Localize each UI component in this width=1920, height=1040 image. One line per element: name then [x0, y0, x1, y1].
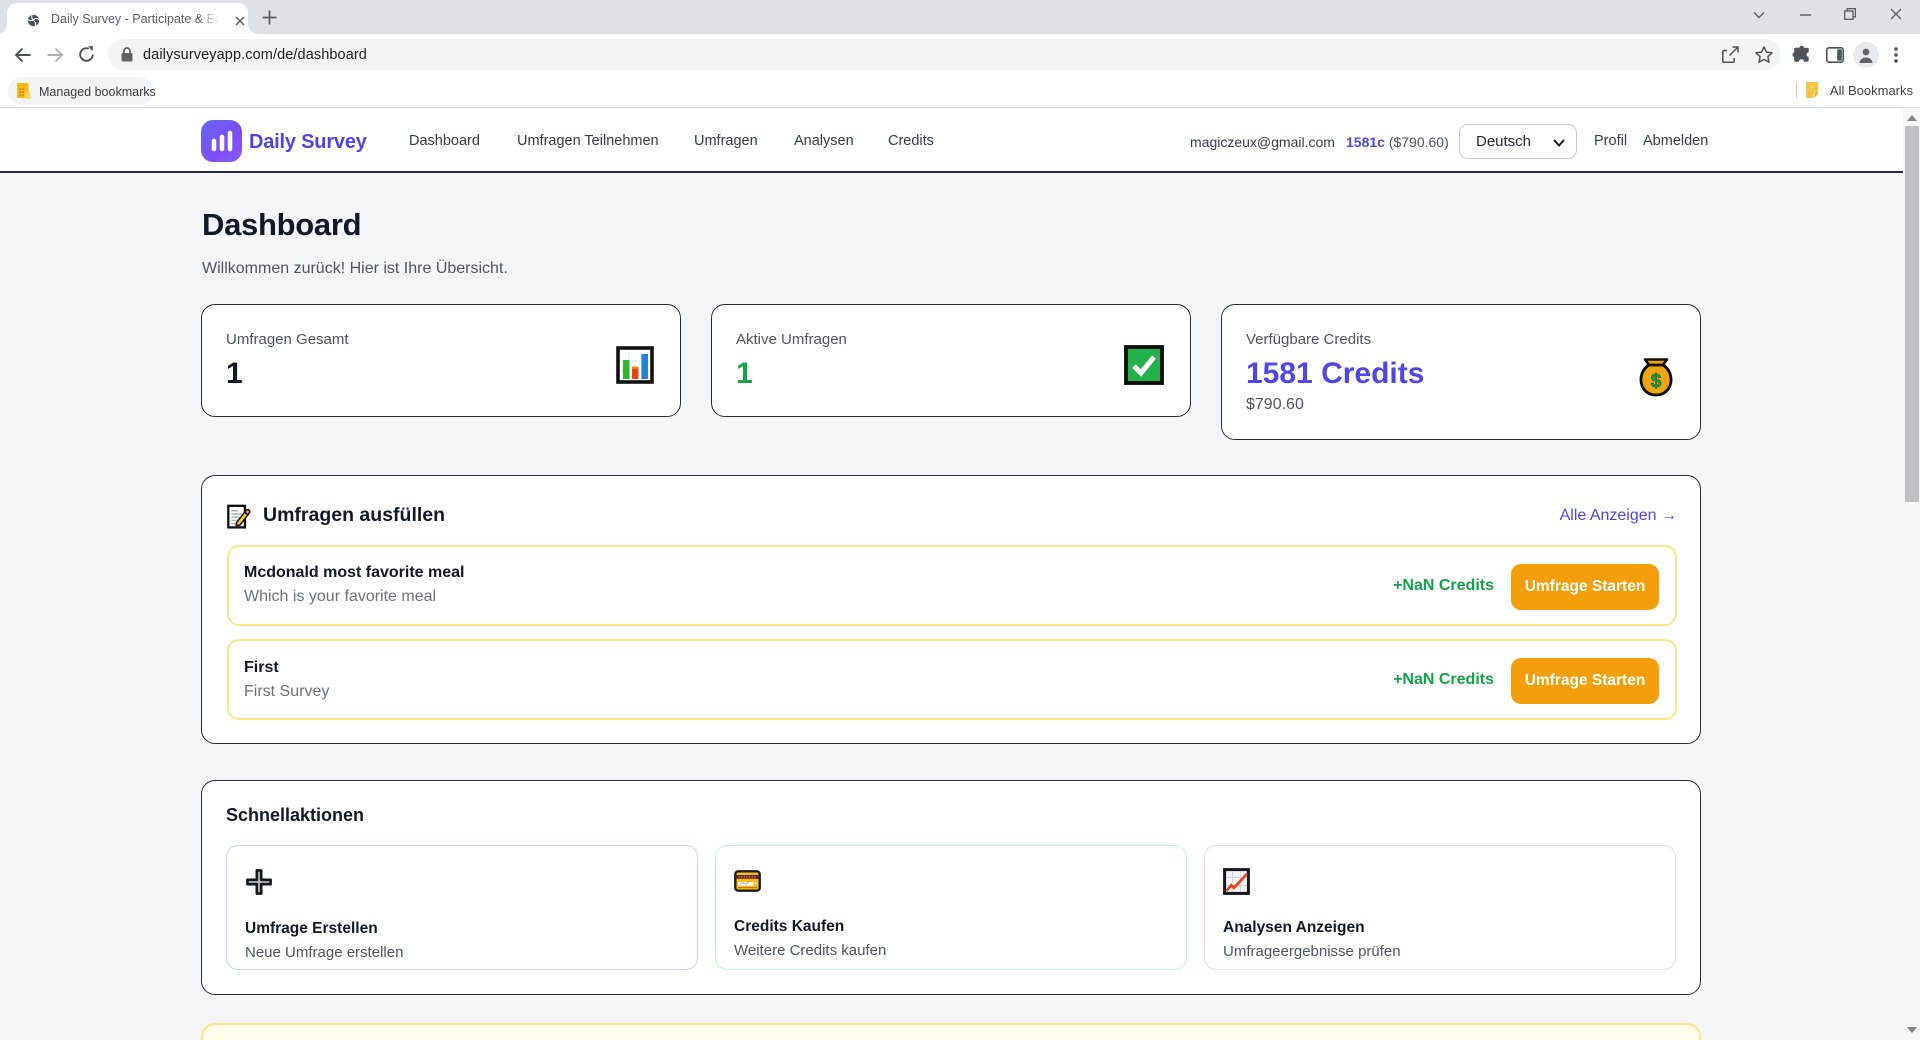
svg-text:$: $	[1651, 371, 1662, 392]
